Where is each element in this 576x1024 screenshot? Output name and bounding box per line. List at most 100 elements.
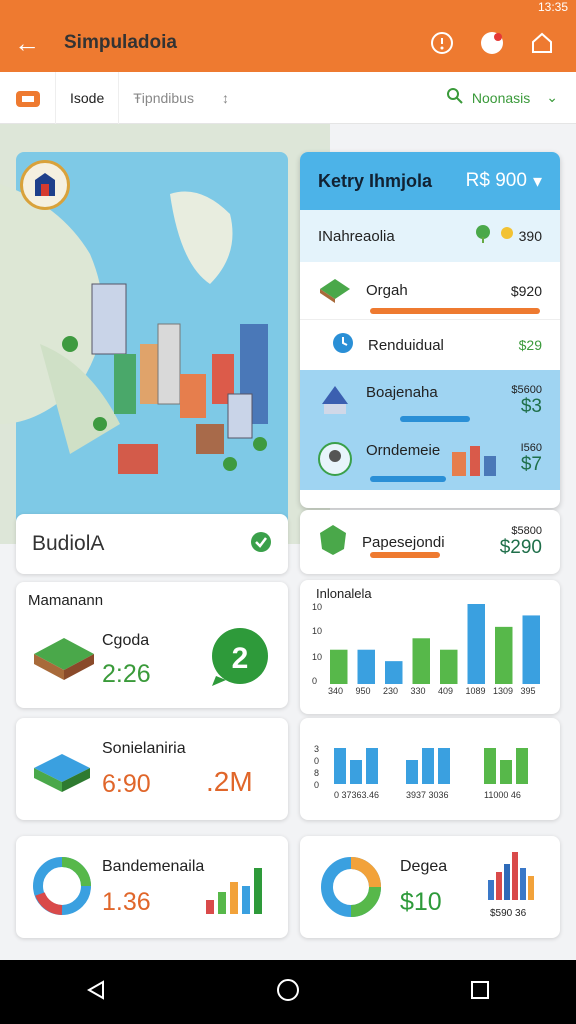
row-label: Orndemeie [366,442,441,459]
y-tick: 3 [314,744,319,754]
panel-header[interactable]: Ketry Ihmjola R$ 900 ▾ [300,152,560,210]
tab-more-icon[interactable]: ↕ [208,72,243,124]
map-label: BudiolA [32,532,105,555]
y-tick: 8 [314,768,319,778]
system-nav-bar [0,960,576,1024]
row-progress-bar [370,308,540,314]
row-label: INahreaolia [318,227,395,245]
recents-icon[interactable] [469,979,491,1006]
panel-title: Ketry Ihmjola [318,170,433,191]
home-circle-icon[interactable] [276,978,300,1007]
stat-label: Cgoda [102,632,150,649]
panel-row[interactable]: Boajenaha $5600 $3 [300,370,560,430]
ring-chart-icon [318,854,384,925]
search-label: Noonasis [471,89,531,106]
back-arrow-icon[interactable]: ← [14,28,40,59]
x-tick-label: 340 [328,686,343,696]
chart-bar [406,760,418,784]
back-icon[interactable] [85,979,107,1006]
stat-card-bandemenaila[interactable]: Bandemenaila 1.36 [16,836,288,938]
stat-value: 1.36 [102,888,151,916]
toolbar: Isode Ŧipndibus ↕ Noonasis ⌄ [0,71,576,124]
clock-icon [332,332,354,359]
y-tick: 0 [314,756,319,766]
panel-row[interactable]: INahreaolia 390 [300,210,560,262]
tab-isode[interactable]: Isode [56,71,120,124]
stat-value: $10 [400,888,442,916]
city-seal-logo [20,160,70,210]
building-icon [318,273,352,308]
platform-icon [32,626,96,687]
x-tick-label: 409 [438,686,453,696]
chart-bar [495,626,513,684]
panel-row-card[interactable]: Papesejondi $5800 $290 [300,510,560,574]
summary-panel: Ketry Ihmjola R$ 900 ▾ INahreaolia 390 O… [300,152,560,508]
chart-bar [385,661,403,684]
donut-icon [30,854,94,923]
x-tick-label: 1309 [493,686,513,696]
x-tick-label: 11000 46 [484,790,521,800]
x-tick-label: 1089 [466,686,486,696]
row-value-top: I560 [520,442,542,454]
chart-bar [350,760,362,784]
chart-bar [500,760,512,784]
stat-extra: .2M [206,766,253,797]
panel-amount: R$ 900 [465,170,527,191]
chart-card-2: 3 0 8 0 0 37363.46 3937 3036 11000 46 [300,718,560,820]
map-label-card[interactable]: BudiolA [16,514,288,574]
status-time: 13:35 [537,0,568,14]
stat-card-degea[interactable]: Degea $10 $590 36 [300,836,560,938]
city-map[interactable] [0,124,330,544]
row-value: $290 [499,537,542,558]
svg-text:2: 2 [232,642,249,675]
x-tick-label: 395 [521,686,536,696]
row-label: Boajenaha [366,384,438,401]
home-icon[interactable] [522,23,562,63]
row-progress-bar [370,552,440,558]
row-progress-bar [400,416,470,422]
notification-icon[interactable] [472,23,512,63]
x-tick-label: 330 [411,686,426,696]
search-icon [446,87,464,108]
buildings-icon [450,442,500,481]
chart-bar [467,604,485,684]
panel-row[interactable]: Orgah $920 [300,262,560,320]
stat-label: Bandemenaila [102,858,205,875]
stat-value: 2:26 [102,660,151,688]
x-tick-label: 3937 3036 [406,790,449,800]
chart-card-1: Inlonalela 10 10 10 0 340 950 230 330 409 108… [300,580,560,714]
chart-bar [484,748,496,784]
bar-chart-2[interactable]: 3 0 8 0 0 37363.46 3937 3036 11000 46 [300,718,560,820]
stat-card-cgoda[interactable]: Mamanann Cgoda 2:26 2 [16,582,288,708]
chart-bar [366,748,378,784]
search-selector[interactable]: Noonasis ⌄ [446,87,576,108]
chart-bar [440,649,458,684]
chart-bar [438,748,450,784]
stat-label: Sonielaniria [102,740,186,757]
status-bar: 13:35 [0,0,576,14]
tab-tipndibus[interactable]: Ŧipndibus [119,72,208,124]
toolbar-logo-icon[interactable] [0,71,56,124]
mini-bar-chart-icon [204,864,270,921]
chart-bar [516,748,528,784]
x-tick-label: 0 37363.46 [334,790,379,800]
panel-row[interactable]: Renduidual $29 [300,320,560,370]
y-tick: 10 [312,626,322,636]
stat-label: Degea [400,858,448,875]
skyline-icon [486,850,542,913]
info-icon[interactable] [422,23,462,63]
panel-row[interactable]: Orndemeie I560 $7 [300,430,560,490]
x-tick-label: 950 [356,686,371,696]
city-buildings [62,283,268,474]
stat-card-sonielaniria[interactable]: Sonielaniria 6:90 .2M [16,718,288,820]
row-value: $920 [510,282,542,299]
chart-bar [330,649,348,684]
bulb-icon [499,226,515,247]
check-icon [250,531,272,558]
tree-icon [473,224,493,249]
x-tick-label: 230 [383,686,398,696]
chart-bar [522,615,540,684]
bar-chart-1[interactable]: 10 10 10 0 340 950 230 330 409 1089 1309 395 [300,580,560,714]
chevron-down-icon[interactable]: ▾ [533,171,542,192]
chat-bubble-icon: 2 [208,626,272,691]
